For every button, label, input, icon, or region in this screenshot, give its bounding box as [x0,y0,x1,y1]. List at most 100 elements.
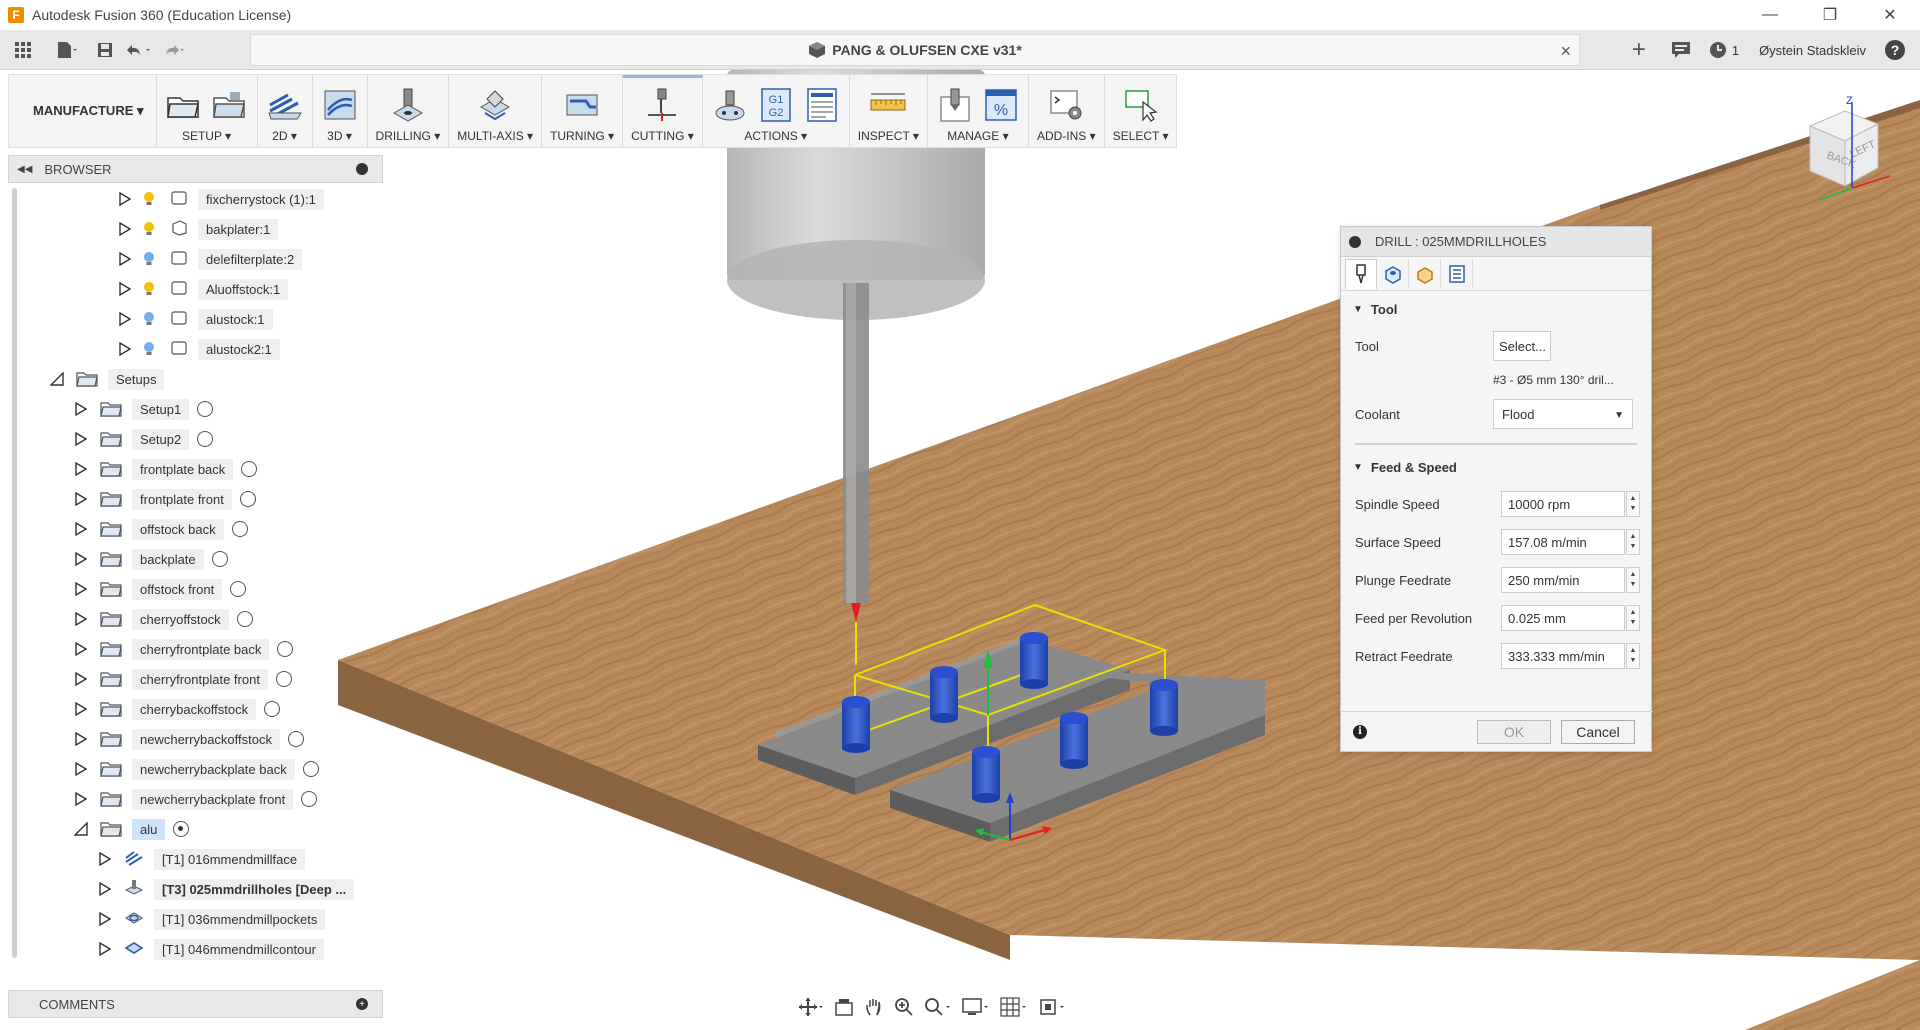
body-item[interactable]: delefilterplate:2 [118,247,303,271]
expand-triangle-icon[interactable] [74,612,88,626]
activate-setup-radio-icon[interactable] [239,491,256,507]
tab-cycle[interactable] [1441,258,1473,289]
setup-item[interactable]: cherryfrontplate back [74,637,294,661]
viewports-icon[interactable] [1038,997,1066,1022]
body-item[interactable]: alustock2:1 [118,337,280,361]
expand-triangle-icon[interactable] [118,192,132,206]
expand-triangle-icon[interactable] [98,912,112,926]
display-settings-icon[interactable] [962,997,990,1022]
actions-group[interactable]: G1 G2 ACTIONS ▾ [703,75,850,147]
close-tab-button[interactable]: × [1560,41,1571,62]
expand-triangle-icon[interactable] [118,252,132,266]
actions-menu[interactable]: ACTIONS ▾ [744,129,807,143]
activate-setup-radio-icon[interactable] [231,521,248,537]
setup-item[interactable]: newcherrybackoffstock [74,727,304,751]
setup-item[interactable]: offstock front [74,577,247,601]
add-ins-group[interactable]: ADD-INS ▾ [1029,75,1105,147]
visibility-bulb-icon[interactable] [142,251,156,267]
numeric-input[interactable]: 333.333 mm/min ▲ ▼ [1501,643,1640,669]
visibility-bulb-icon[interactable] [142,311,156,327]
ok-button[interactable]: OK [1477,720,1551,744]
setup-item[interactable]: frontplate front [74,487,256,511]
add-ins-menu[interactable]: ADD-INS ▾ [1037,129,1096,143]
orbit-icon[interactable] [798,997,824,1022]
post-library-icon[interactable]: % [982,86,1020,124]
look-at-icon[interactable] [834,997,854,1022]
inspect-group[interactable]: INSPECT ▾ [850,75,928,147]
cutting-group[interactable]: CUTTING ▾ [623,75,703,147]
visibility-bulb-icon[interactable] [142,281,156,297]
expand-triangle-icon[interactable] [74,522,88,536]
collapse-panel-icon[interactable]: ◀◀ [17,164,32,175]
tab-heights[interactable] [1409,258,1441,289]
expand-triangle-icon[interactable] [118,342,132,356]
turning-profile-icon[interactable] [563,86,601,124]
select-cursor-icon[interactable] [1122,86,1160,124]
operation-item[interactable]: [T1] 046mmendmillcontour [98,937,324,961]
data-panel-grid-icon[interactable] [8,35,38,65]
help-icon[interactable]: ? [1880,35,1910,65]
expand-triangle-icon[interactable] [74,462,88,476]
inspect-menu[interactable]: INSPECT ▾ [858,129,919,143]
expand-triangle-icon[interactable] [74,702,88,716]
setup-item[interactable]: cherryoffstock [74,607,253,631]
job-status[interactable]: 1 [1708,35,1739,65]
file-menu-icon[interactable] [52,35,82,65]
zoom-icon[interactable] [894,997,914,1022]
setup-item-active[interactable]: alu [74,817,190,841]
activate-setup-radio-icon[interactable] [302,761,319,777]
drill-icon[interactable] [389,86,427,124]
post-process-icon[interactable]: G1 G2 [757,86,795,124]
redo-icon[interactable] [158,35,188,65]
numeric-input[interactable]: 157.08 m/min ▲ ▼ [1501,529,1640,555]
expanded-triangle-icon[interactable] [50,372,64,386]
operation-item[interactable]: [T1] 036mmendmillpockets [98,907,326,931]
body-item[interactable]: Aluoffstock:1 [118,277,289,301]
visibility-bulb-icon[interactable] [142,221,156,237]
dialog-header[interactable]: DRILL : 025MMDRILLHOLES [1341,227,1651,257]
expand-triangle-icon[interactable] [74,432,88,446]
activate-setup-radio-icon[interactable] [301,791,318,807]
view-cube[interactable]: BACK LEFT Z [1790,95,1900,206]
undo-icon[interactable] [124,35,154,65]
setup-item[interactable]: Setup2 [74,427,214,451]
expand-triangle-icon[interactable] [74,792,88,806]
cutting-icon[interactable] [643,86,681,124]
setup-item[interactable]: frontplate back [74,457,258,481]
2d-group[interactable]: 2D ▾ [258,75,313,147]
close-window-button[interactable]: ✕ [1860,0,1920,30]
expand-triangle-icon[interactable] [74,672,88,686]
select-group[interactable]: SELECT ▾ [1105,75,1177,147]
manage-menu[interactable]: MANAGE ▾ [947,129,1008,143]
measure-icon[interactable] [869,86,907,124]
spinner-arrows-icon[interactable]: ▲ ▼ [1626,643,1640,669]
body-item[interactable]: bakplater:1 [118,217,279,241]
expand-triangle-icon[interactable] [118,312,132,326]
expand-triangle-icon[interactable] [118,222,132,236]
minimize-button[interactable]: — [1740,0,1800,30]
drilling-group[interactable]: DRILLING ▾ [368,75,450,147]
setup-item[interactable]: newcherrybackplate front [74,787,318,811]
comments-panel[interactable]: COMMENTS + [8,990,383,1018]
operation-item[interactable]: [T3] 025mmdrillholes [Deep ... [98,877,355,901]
add-comment-icon[interactable]: + [356,998,368,1010]
expand-triangle-icon[interactable] [98,882,112,896]
pan-icon[interactable] [864,997,884,1022]
turning-menu[interactable]: TURNING ▾ [550,129,614,143]
activate-setup-radio-icon[interactable] [277,641,294,657]
spinner-arrows-icon[interactable]: ▲ ▼ [1626,491,1640,517]
setup-item[interactable]: cherryfrontplate front [74,667,292,691]
expand-triangle-icon[interactable] [74,582,88,596]
body-item[interactable]: alustock:1 [118,307,273,331]
multi-axis-menu[interactable]: MULTI-AXIS ▾ [457,129,533,143]
workspace-switcher[interactable]: MANUFACTURE ▾ [9,75,157,147]
document-tab[interactable]: PANG & OLUFSEN CXE v31* × [250,34,1580,66]
expand-triangle-icon[interactable] [74,492,88,506]
tool-library-icon[interactable] [936,86,974,124]
setup-group[interactable]: SETUP ▾ [157,75,258,147]
coolant-select[interactable]: Flood ▼ [1493,399,1633,429]
setup-sheet-folder-icon[interactable] [211,86,249,124]
scripts-addins-icon[interactable] [1047,86,1085,124]
numeric-input[interactable]: 0.025 mm ▲ ▼ [1501,605,1640,631]
activate-setup-radio-icon[interactable] [197,431,214,447]
